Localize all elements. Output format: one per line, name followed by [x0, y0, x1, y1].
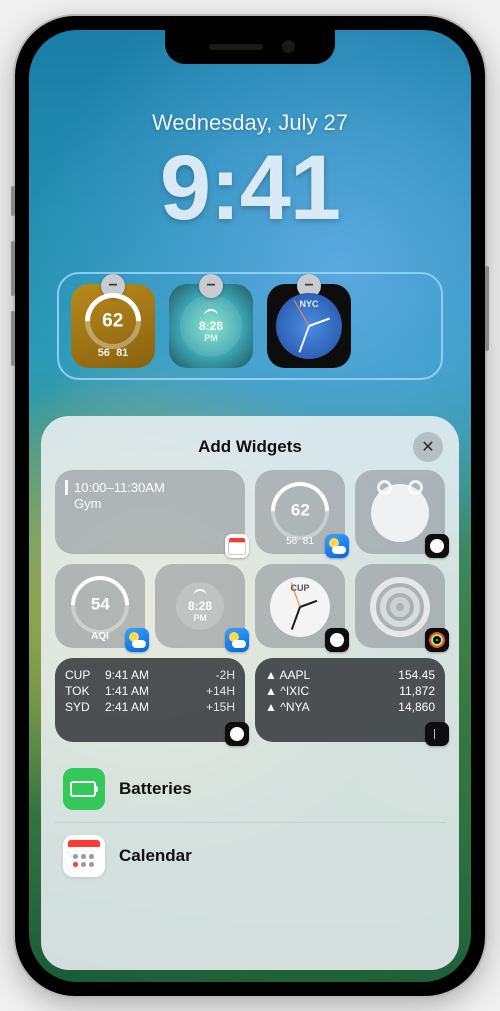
- screen: Wednesday, July 27 9:41 − 62 56 81 − 8:2…: [29, 30, 471, 982]
- sunrise-icon: [193, 589, 207, 597]
- weather-app-icon: [125, 628, 149, 652]
- lock-time[interactable]: 9:41: [29, 142, 471, 234]
- weather-app-icon: [325, 534, 349, 558]
- fitness-app-icon: [425, 628, 449, 652]
- app-row-calendar[interactable]: Calendar: [55, 822, 445, 889]
- suggestion-stocks[interactable]: ▲ AAPL154.45 ▲ ^IXIC11,872 ▲ ^NYA14,860: [255, 658, 445, 742]
- suggestion-weather-gauge[interactable]: 62 56 81: [255, 470, 345, 554]
- clock-app-icon: [225, 722, 249, 746]
- suggestion-alarm[interactable]: [355, 470, 445, 554]
- widget-slot-world-clock[interactable]: − NYC: [267, 284, 351, 368]
- analog-clock-icon: CUP: [270, 577, 330, 637]
- remove-widget-button[interactable]: −: [199, 274, 223, 298]
- weather-temp: 62: [102, 310, 123, 332]
- clock-app-icon: [325, 628, 349, 652]
- app-row-batteries[interactable]: Batteries: [55, 756, 445, 822]
- weather-gauge-widget: 62 56 81: [71, 284, 155, 368]
- calendar-app-icon: [225, 534, 249, 558]
- stocks-app-icon: [425, 722, 449, 746]
- widget-suggestions-grid: 10:00–11:30AM Gym 62 56 81 54 AQI: [55, 470, 445, 742]
- add-widgets-sheet: Add Widgets ✕ 10:00–11:30AM Gym 62 56 81: [41, 416, 459, 970]
- sunrise-icon: [204, 309, 218, 317]
- suggestion-fitness-rings[interactable]: [355, 564, 445, 648]
- suggestion-world-timezones[interactable]: CUP9:41 AM-2H TOK1:41 AM+14H SYD2:41 AM+…: [55, 658, 245, 742]
- suggestion-aqi[interactable]: 54 AQI: [55, 564, 145, 648]
- sheet-title: Add Widgets: [198, 437, 302, 457]
- weather-app-icon: [225, 628, 249, 652]
- widget-slot-weather[interactable]: − 62 56 81: [71, 284, 155, 368]
- alarm-icon: [371, 484, 429, 542]
- lock-date[interactable]: Wednesday, July 27: [29, 110, 471, 136]
- calendar-app-icon: [63, 835, 105, 877]
- fitness-rings-icon: [370, 577, 430, 637]
- world-clock-widget: NYC: [267, 284, 351, 368]
- close-button[interactable]: ✕: [413, 432, 443, 462]
- notch: [165, 30, 335, 64]
- suggestion-city-clock[interactable]: CUP: [255, 564, 345, 648]
- widget-app-list: Batteries Calendar: [55, 756, 445, 889]
- suggestion-calendar-event[interactable]: 10:00–11:30AM Gym: [55, 470, 245, 554]
- phone-frame: Wednesday, July 27 9:41 − 62 56 81 − 8:2…: [15, 16, 485, 996]
- widget-slot-row[interactable]: − 62 56 81 − 8:28 PM −: [57, 272, 443, 380]
- batteries-app-icon: [63, 768, 105, 810]
- close-icon: ✕: [421, 437, 434, 457]
- clock-app-icon: [425, 534, 449, 558]
- widget-slot-sunrise[interactable]: − 8:28 PM: [169, 284, 253, 368]
- suggestion-sunrise[interactable]: 8:28 PM: [155, 564, 245, 648]
